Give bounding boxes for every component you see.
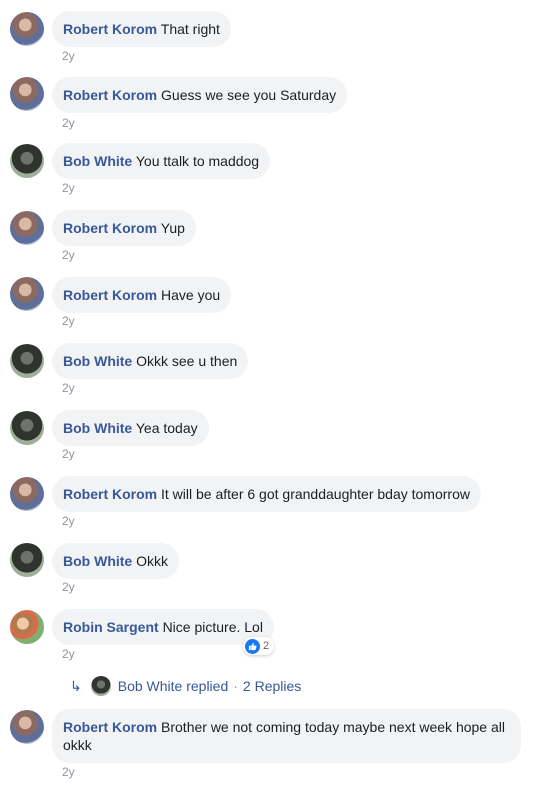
comment-author[interactable]: Robert Korom	[63, 719, 157, 735]
comment-timestamp[interactable]: 2y	[62, 514, 75, 528]
comment-timestamp[interactable]: 2y	[62, 248, 75, 262]
comment-bubble: Bob White Yea today	[52, 410, 209, 446]
comment-text: Okkk	[136, 553, 168, 569]
comment-bubble: Robert Korom It will be after 6 got gran…	[52, 476, 481, 512]
comment-text: Yup	[160, 220, 185, 236]
comment-timestamp[interactable]: 2y	[62, 580, 75, 594]
avatar[interactable]	[10, 277, 44, 311]
avatar[interactable]	[10, 12, 44, 46]
comment-timestamp[interactable]: 2y	[62, 647, 75, 661]
comment-author[interactable]: Bob White	[63, 153, 132, 169]
avatar	[90, 676, 111, 696]
avatar[interactable]	[10, 144, 44, 178]
reply-arrow-icon: ↳	[70, 677, 82, 694]
comment-bubble: Bob White Okkk	[52, 543, 179, 579]
avatar[interactable]	[10, 610, 44, 644]
comment-author[interactable]: Robert Korom	[63, 287, 157, 303]
comment-author[interactable]: Bob White	[63, 553, 132, 569]
avatar[interactable]	[10, 710, 44, 744]
comment-bubble: Robert Korom Guess we see you Saturday	[52, 77, 348, 113]
comment-text: That right	[160, 21, 220, 37]
avatar[interactable]	[10, 344, 44, 378]
comment-text: Okkk see u then	[136, 353, 238, 369]
view-replies-link[interactable]: ↳ Bob White replied · 2 Replies	[70, 675, 301, 697]
comment-text: Guess we see you Saturday	[161, 87, 337, 103]
comment-author[interactable]: Robert Korom	[63, 21, 157, 37]
reaction-count: 2	[263, 640, 270, 652]
comment-timestamp[interactable]: 2y	[62, 765, 75, 779]
comment-text: Nice picture. Lol	[162, 619, 263, 635]
comment-text: It will be after 6 got granddaughter bda…	[161, 486, 470, 502]
comment-timestamp[interactable]: 2y	[62, 381, 75, 395]
comment-bubble: Robert Korom Yup	[52, 210, 196, 246]
comment-bubble: Bob White You ttalk to maddog	[52, 143, 271, 179]
reaction-badge[interactable]: 2	[243, 637, 275, 655]
comment-timestamp[interactable]: 2y	[62, 314, 75, 328]
comment-text: Yea today	[135, 420, 198, 436]
comment-author[interactable]: Robert Korom	[63, 486, 157, 502]
comment-author[interactable]: Bob White	[63, 420, 132, 436]
avatar[interactable]	[10, 477, 44, 511]
comment-text: Have you	[161, 287, 221, 303]
comment-author[interactable]: Robert Korom	[63, 220, 157, 236]
comment-timestamp[interactable]: 2y	[62, 49, 75, 63]
avatar[interactable]	[10, 543, 44, 577]
like-icon	[245, 638, 260, 654]
avatar[interactable]	[10, 411, 44, 445]
comment-author[interactable]: Bob White	[63, 353, 132, 369]
comment-bubble: Robert Korom Brother we not coming today…	[52, 709, 521, 763]
comment-bubble: Robert Korom Have you	[52, 277, 232, 313]
comment-author[interactable]: Robin Sargent	[63, 619, 159, 635]
replier-label[interactable]: Bob White replied	[118, 678, 229, 694]
separator-dot: ·	[233, 678, 238, 694]
comment-author[interactable]: Robert Korom	[63, 87, 157, 103]
avatar[interactable]	[10, 77, 44, 111]
avatar[interactable]	[10, 211, 44, 245]
comment-bubble: Robin Sargent Nice picture. Lol	[52, 609, 274, 645]
comment-bubble: Bob White Okkk see u then	[52, 343, 249, 379]
comment-bubble: Robert Korom That right	[52, 11, 231, 47]
replies-count[interactable]: 2 Replies	[243, 678, 301, 694]
comment-timestamp[interactable]: 2y	[62, 116, 75, 130]
comment-text: You ttalk to maddog	[135, 153, 260, 169]
comment-timestamp[interactable]: 2y	[62, 181, 75, 195]
comment-timestamp[interactable]: 2y	[62, 447, 75, 461]
